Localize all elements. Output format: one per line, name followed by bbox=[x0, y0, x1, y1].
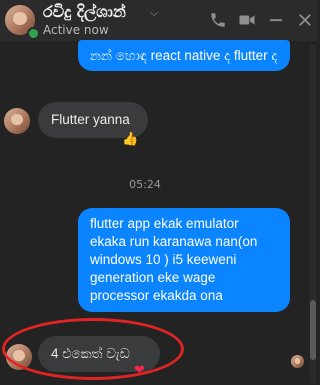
active-status: Active now bbox=[43, 23, 109, 37]
contact-avatar-small[interactable] bbox=[4, 108, 30, 134]
message-timestamp: 05:24 bbox=[129, 178, 161, 191]
chevron-down-icon[interactable]: ⌵ bbox=[150, 6, 158, 20]
chat-header: රවිදු දිල්ශාන් ⌵ Active now bbox=[0, 0, 318, 43]
contact-name[interactable]: රවිදු දිල්ශාන් bbox=[43, 2, 126, 22]
outgoing-message[interactable]: flutter app ekak emulator ekaka run kara… bbox=[78, 208, 290, 312]
phone-icon[interactable] bbox=[209, 11, 227, 29]
highlight-circle bbox=[2, 318, 184, 380]
close-icon[interactable] bbox=[296, 11, 314, 29]
scrollbar-thumb[interactable] bbox=[310, 300, 316, 360]
outgoing-message[interactable]: නන් හොඳ react native ද flutter ද bbox=[78, 40, 290, 71]
thumbs-up-reaction-icon[interactable]: 👍 bbox=[122, 132, 138, 147]
video-camera-icon[interactable] bbox=[238, 11, 256, 29]
online-status-dot bbox=[27, 27, 40, 40]
minimize-icon[interactable] bbox=[267, 11, 285, 29]
seen-avatar bbox=[291, 355, 304, 368]
